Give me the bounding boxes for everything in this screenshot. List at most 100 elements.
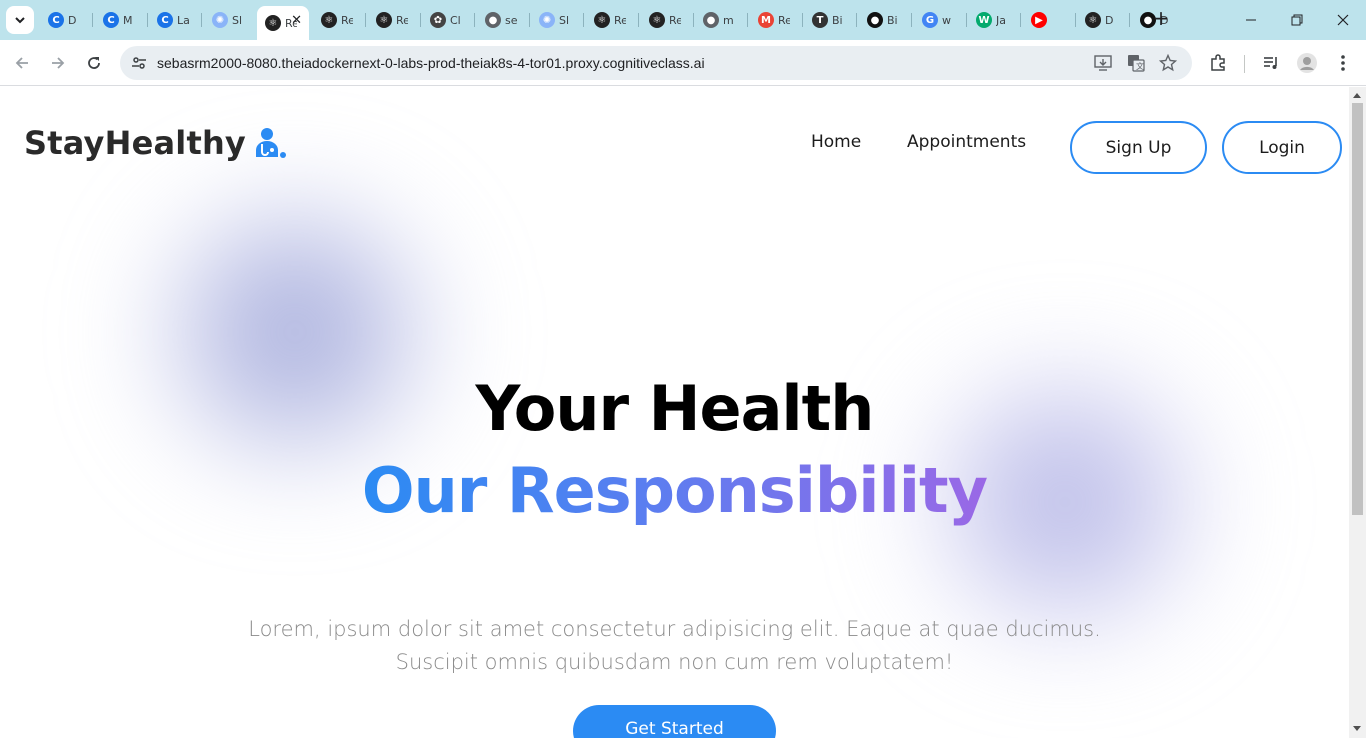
- install-app-button[interactable]: [1093, 53, 1113, 73]
- url-text[interactable]: sebasrm2000-8080.theiadockernext-0-labs-…: [157, 55, 705, 71]
- tab-title: D: [68, 13, 77, 27]
- tab-separator: [201, 13, 202, 27]
- restore-button[interactable]: [1274, 0, 1320, 40]
- close-icon: [1337, 14, 1349, 26]
- restore-icon: [1291, 14, 1303, 26]
- browser-tab[interactable]: ▶: [1022, 6, 1072, 34]
- tab-title: La: [177, 13, 189, 27]
- browser-tab-strip: C D C M C La ✺ Sl ⚛ Re ✕ ⚛ Re ⚛ Re ✿ Cl ● se ✺ Sl ⚛ Re ⚛ Re ● m M Re…: [0, 0, 1366, 40]
- browser-tab[interactable]: ⚛ Re: [367, 6, 417, 34]
- address-bar[interactable]: sebasrm2000-8080.theiadockernext-0-labs-…: [120, 46, 1192, 80]
- nav-appointments-link[interactable]: Appointments: [907, 132, 1026, 152]
- tab-title: m: [723, 13, 734, 27]
- tab-title: Cl: [450, 13, 461, 27]
- globe-icon: ●: [485, 12, 501, 28]
- close-tab-icon[interactable]: ✕: [291, 13, 302, 28]
- react-icon: ⚛: [321, 12, 337, 28]
- browser-tab[interactable]: ✿ Cl: [421, 6, 471, 34]
- react-icon: ⚛: [649, 12, 665, 28]
- tab-title: se: [505, 13, 517, 27]
- minimize-button[interactable]: [1228, 0, 1274, 40]
- browser-tab[interactable]: ⚛ Re: [312, 6, 362, 34]
- tab-separator: [1129, 13, 1130, 27]
- openai-icon: ✺: [212, 12, 228, 28]
- get-started-button[interactable]: Get Started: [573, 705, 776, 738]
- tab-separator: [1020, 13, 1021, 27]
- browser-tab[interactable]: ✺ Sl: [530, 6, 580, 34]
- close-window-button[interactable]: [1320, 0, 1366, 40]
- gmail-icon: M: [758, 12, 774, 28]
- profile-avatar[interactable]: [1296, 52, 1318, 74]
- tab-search-button[interactable]: [6, 6, 34, 34]
- minimize-icon: [1246, 19, 1256, 21]
- forward-button[interactable]: [45, 50, 71, 76]
- site-info-button[interactable]: [128, 52, 150, 74]
- hero-title-gradient-text: Our Responsibility: [361, 454, 988, 527]
- browser-tab[interactable]: ⚛ D: [1076, 6, 1126, 34]
- tab-title: Ja: [996, 13, 1006, 27]
- nav-home-link[interactable]: Home: [811, 132, 861, 152]
- hero-description-line2: Suscipit omnis quibusdam non cum rem vol…: [395, 650, 954, 674]
- tab-title: M: [123, 13, 133, 27]
- w3-icon: W: [976, 12, 992, 28]
- tab-separator: [92, 13, 93, 27]
- site-logo[interactable]: StayHealthy: [24, 124, 288, 162]
- new-tab-button[interactable]: +: [1150, 8, 1172, 30]
- browser-tab[interactable]: Gw: [913, 6, 963, 34]
- coursera-c-icon: C: [157, 12, 173, 28]
- browser-tab[interactable]: ● Bi: [858, 6, 908, 34]
- back-button[interactable]: [9, 50, 35, 76]
- page-scrollbar[interactable]: [1349, 87, 1366, 738]
- tab-separator: [911, 13, 912, 27]
- browser-menu-button[interactable]: [1332, 52, 1354, 74]
- browser-tab[interactable]: CD: [39, 6, 89, 34]
- hero-description: Lorem, ipsum dolor sit amet consectetur …: [0, 613, 1349, 679]
- browser-tab[interactable]: ⚛ Re: [585, 6, 635, 34]
- scroll-up-arrow-icon[interactable]: [1353, 93, 1361, 98]
- media-controls-button[interactable]: [1260, 52, 1282, 74]
- toolbar-divider: [1244, 55, 1245, 73]
- extensions-button[interactable]: [1207, 52, 1229, 74]
- react-icon: ⚛: [265, 15, 281, 31]
- reload-button[interactable]: [81, 50, 107, 76]
- tab-title: w: [942, 13, 951, 27]
- browser-tab[interactable]: ⚛ Re: [640, 6, 690, 34]
- browser-tab[interactable]: ● m: [694, 6, 744, 34]
- browser-tab[interactable]: W Ja: [967, 6, 1017, 34]
- tab-title: Bi: [887, 13, 898, 27]
- tab-title: Re: [341, 13, 353, 27]
- browser-tab[interactable]: M Re: [749, 6, 799, 34]
- scroll-down-arrow-icon[interactable]: [1353, 726, 1361, 731]
- coursera-c-icon: C: [48, 12, 64, 28]
- tab-separator: [583, 13, 584, 27]
- scroll-thumb[interactable]: [1352, 103, 1363, 515]
- install-icon: [1094, 55, 1112, 71]
- bookmark-star-button[interactable]: [1158, 53, 1178, 73]
- tab-title: Bi: [832, 13, 843, 27]
- browser-toolbar: sebasrm2000-8080.theiadockernext-0-labs-…: [0, 40, 1366, 86]
- coursera-c-icon: C: [103, 12, 119, 28]
- tab-title: D: [1105, 13, 1114, 27]
- more-vert-icon: [1341, 55, 1345, 71]
- arrow-right-icon: [52, 57, 65, 69]
- browser-tab[interactable]: ⚛ Re ✕: [257, 6, 309, 40]
- react-icon: ⚛: [1085, 12, 1101, 28]
- signup-button[interactable]: Sign Up: [1070, 121, 1207, 174]
- browser-tab[interactable]: ● se: [476, 6, 526, 34]
- browser-tab[interactable]: T Bi: [803, 6, 853, 34]
- tab-separator: [856, 13, 857, 27]
- browser-tab[interactable]: C La: [148, 6, 198, 34]
- tab-title: Re: [669, 13, 681, 27]
- hero-title-line2: Our Responsibility: [0, 454, 1349, 527]
- translate-button[interactable]: 文: [1126, 53, 1146, 73]
- browser-tab[interactable]: ✺ Sl: [203, 6, 253, 34]
- login-button[interactable]: Login: [1222, 121, 1342, 174]
- reload-icon: [88, 57, 100, 69]
- arrow-left-icon: [15, 57, 28, 69]
- tab-title: Re: [396, 13, 408, 27]
- tune-icon: [132, 57, 146, 69]
- tab-title: Re: [614, 13, 626, 27]
- tab-title: Sl: [559, 13, 570, 27]
- web-page: StayHealthy Home Appointments Sign Up Lo…: [0, 87, 1349, 738]
- browser-tab[interactable]: CM: [94, 6, 144, 34]
